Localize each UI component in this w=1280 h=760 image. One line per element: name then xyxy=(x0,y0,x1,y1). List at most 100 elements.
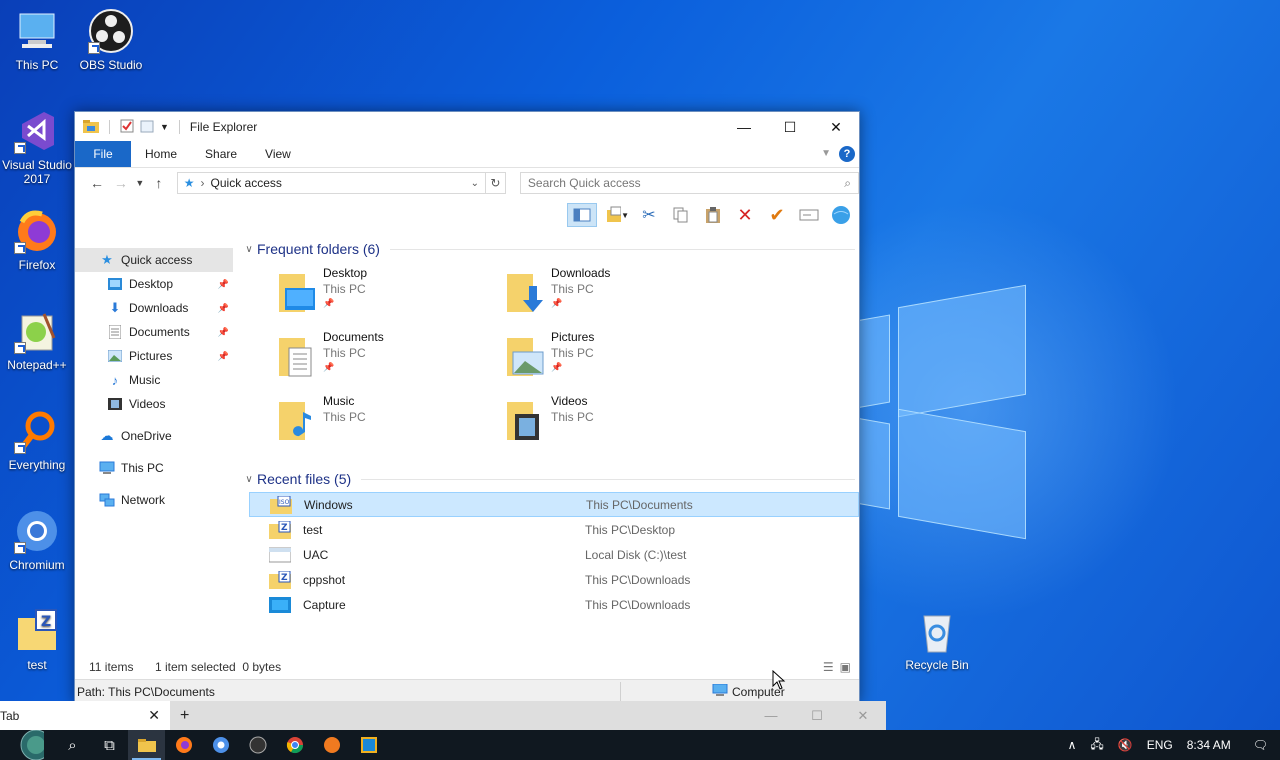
tab-home[interactable]: Home xyxy=(131,141,191,167)
new-tab-button[interactable]: + xyxy=(180,707,189,725)
group-recent-files[interactable]: ∨ Recent files (5) xyxy=(241,468,859,490)
nav-item-desktop[interactable]: Desktop 📌 xyxy=(75,272,233,296)
back-button[interactable]: ← xyxy=(85,175,109,191)
folder-tile-downloads[interactable]: Downloads This PC 📌 xyxy=(503,264,731,328)
title-bar[interactable]: ▼ File Explorer — ☐ ✕ xyxy=(75,112,859,142)
search-box[interactable]: Search Quick access ⌕ xyxy=(519,172,860,194)
pin-icon[interactable]: 📌 xyxy=(551,362,594,373)
desktop-icon-recycle-bin[interactable]: Recycle Bin xyxy=(900,608,974,672)
app-window-taskbar-icon[interactable] xyxy=(350,730,387,760)
recent-file-row[interactable]: Capture This PC\Downloads xyxy=(249,592,859,617)
close-button[interactable]: ✕ xyxy=(813,112,859,142)
chrome-taskbar-icon[interactable] xyxy=(276,730,313,760)
folder-tile-videos[interactable]: Videos This PC xyxy=(503,392,731,456)
tab-file[interactable]: File xyxy=(75,141,131,167)
nav-item-onedrive[interactable]: ☁ OneDrive xyxy=(75,424,233,448)
collapse-chevron-icon[interactable]: ∨ xyxy=(241,244,257,255)
visual-studio-icon xyxy=(14,108,60,154)
app-orange-taskbar-icon[interactable] xyxy=(313,730,350,760)
search-input[interactable]: Search Quick access xyxy=(528,176,844,190)
expand-ribbon-icon[interactable]: ▼ xyxy=(821,148,831,159)
pin-icon[interactable]: 📌 xyxy=(218,279,229,290)
recent-file-row[interactable]: Z cppshot This PC\Downloads xyxy=(249,567,859,592)
language-indicator[interactable]: ENG xyxy=(1147,738,1173,752)
browser-maximize-button[interactable]: ☐ xyxy=(794,708,840,724)
nav-item-quick-access[interactable]: ★ Quick access xyxy=(75,248,233,272)
delete-button[interactable]: ✕ xyxy=(733,203,757,227)
properties-icon[interactable] xyxy=(120,119,134,136)
pin-icon[interactable]: 📌 xyxy=(323,362,384,373)
help-button[interactable]: ? xyxy=(839,146,855,162)
file-explorer-taskbar-icon[interactable] xyxy=(128,730,165,760)
maximize-button[interactable]: ☐ xyxy=(767,112,813,142)
group-frequent-folders[interactable]: ∨ Frequent folders (6) xyxy=(241,238,859,260)
folder-tile-documents[interactable]: Documents This PC 📌 xyxy=(275,328,503,392)
nav-item-this-pc[interactable]: This PC xyxy=(75,456,233,480)
desktop-icon-visual-studio[interactable]: Visual Studio 2017 xyxy=(0,108,74,186)
clock[interactable]: 8:34 AM xyxy=(1187,738,1231,752)
minimize-button[interactable]: — xyxy=(721,112,767,142)
desktop-icon-obs[interactable]: OBS Studio xyxy=(74,8,148,72)
refresh-button[interactable]: ↻ xyxy=(485,172,506,194)
browser-tab[interactable]: Tab ✕ xyxy=(0,701,170,730)
copy-button[interactable] xyxy=(669,203,693,227)
folder-location: This PC xyxy=(551,282,594,296)
cut-button[interactable]: ✂ xyxy=(637,203,661,227)
large-icons-view-icon[interactable]: ▣ xyxy=(840,660,851,674)
folder-tile-music[interactable]: Music This PC xyxy=(275,392,503,456)
desktop-icon-this-pc[interactable]: This PC xyxy=(0,8,74,72)
nav-item-pictures[interactable]: Pictures 📌 xyxy=(75,344,233,368)
show-hidden-icons-chevron-icon[interactable]: ∧ xyxy=(1068,738,1077,752)
recent-locations-icon[interactable]: ▼ xyxy=(133,178,147,188)
browser-minimize-button[interactable]: — xyxy=(748,708,794,724)
pin-icon[interactable]: 📌 xyxy=(218,351,229,362)
desktop-icon-chromium[interactable]: Chromium xyxy=(0,508,74,572)
pin-icon[interactable]: 📌 xyxy=(218,327,229,338)
chromium-taskbar-icon[interactable] xyxy=(202,730,239,760)
obs-taskbar-icon[interactable] xyxy=(239,730,276,760)
nav-item-network[interactable]: Network xyxy=(75,488,233,512)
collapse-chevron-icon[interactable]: ∨ xyxy=(241,474,257,485)
network-tray-icon[interactable]: 🖧 xyxy=(1090,735,1103,756)
desktop-icon-firefox[interactable]: Firefox xyxy=(0,208,74,272)
forward-button[interactable]: → xyxy=(109,175,133,191)
address-dropdown-icon[interactable]: ⌄ xyxy=(471,178,479,189)
pin-icon[interactable]: 📌 xyxy=(551,298,610,309)
preview-pane-button[interactable] xyxy=(567,203,597,227)
paste-button[interactable] xyxy=(701,203,725,227)
recent-file-row[interactable]: UAC Local Disk (C:)\test xyxy=(249,542,859,567)
volume-muted-icon[interactable]: 🔇 xyxy=(1118,738,1133,752)
tab-share[interactable]: Share xyxy=(191,141,251,167)
desktop-icon-test[interactable]: Z test xyxy=(0,608,74,672)
task-view-icon[interactable]: ⧉ xyxy=(91,730,128,760)
notification-icon[interactable]: 🗨 xyxy=(1253,738,1268,752)
recent-file-row[interactable]: ISO Windows This PC\Documents xyxy=(249,492,859,517)
address-bar[interactable]: ★ › Quick access ⌄ xyxy=(176,172,486,194)
chevron-down-icon[interactable]: ▼ xyxy=(160,122,169,132)
desktop-icon-notepad-plus-plus[interactable]: Notepad++ xyxy=(0,308,74,372)
start-button[interactable] xyxy=(0,730,54,760)
nav-item-downloads[interactable]: ⬇ Downloads 📌 xyxy=(75,296,233,320)
search-icon[interactable]: ⌕ xyxy=(54,730,91,760)
desktop-icon-everything[interactable]: Everything xyxy=(0,408,74,472)
tab-view[interactable]: View xyxy=(251,141,305,167)
recent-file-row[interactable]: Z test This PC\Desktop xyxy=(249,517,859,542)
pin-icon[interactable]: 📌 xyxy=(323,298,367,309)
details-view-icon[interactable]: ☰ xyxy=(823,660,834,674)
rename-button[interactable] xyxy=(797,203,821,227)
rename-check-button[interactable]: ✔ xyxy=(765,203,789,227)
close-tab-icon[interactable]: ✕ xyxy=(148,707,160,724)
globe-icon[interactable] xyxy=(829,203,853,227)
pin-icon[interactable]: 📌 xyxy=(218,303,229,314)
breadcrumb-chevron-icon[interactable]: › xyxy=(201,176,205,190)
browser-close-button[interactable]: ✕ xyxy=(840,708,886,724)
nav-item-videos[interactable]: Videos xyxy=(75,392,233,416)
folder-tile-pictures[interactable]: Pictures This PC 📌 xyxy=(503,328,731,392)
properties-button[interactable]: ▼ xyxy=(605,203,629,227)
folder-tile-desktop[interactable]: Desktop This PC 📌 xyxy=(275,264,503,328)
firefox-taskbar-icon[interactable] xyxy=(165,730,202,760)
new-folder-icon[interactable] xyxy=(140,119,154,136)
nav-item-documents[interactable]: Documents 📌 xyxy=(75,320,233,344)
nav-item-music[interactable]: ♪ Music xyxy=(75,368,233,392)
up-button[interactable]: ↑ xyxy=(147,175,171,191)
